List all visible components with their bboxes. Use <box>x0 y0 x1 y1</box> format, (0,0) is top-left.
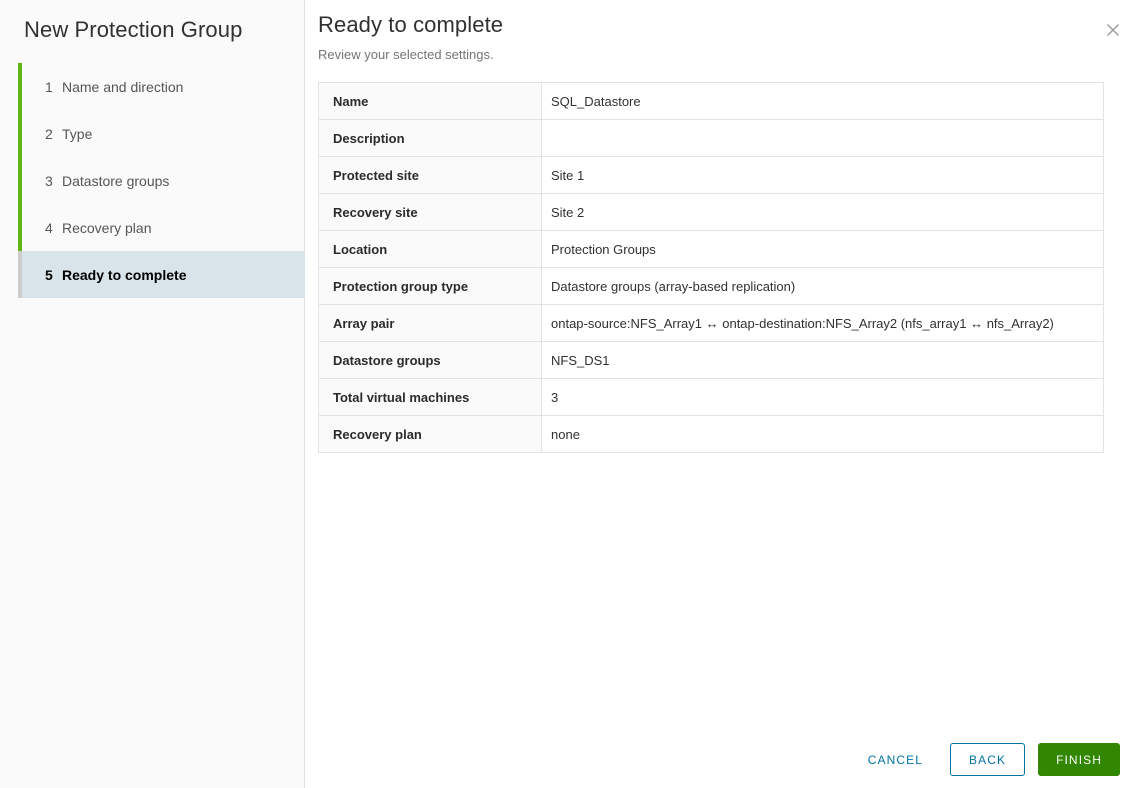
wizard-title: New Protection Group <box>24 17 243 42</box>
step-progress-track <box>18 157 22 204</box>
row-label: Recovery plan <box>318 415 542 453</box>
row-label: Array pair <box>318 304 542 342</box>
row-value: Site 1 <box>541 156 1104 194</box>
row-label: Recovery site <box>318 193 542 231</box>
sidebar-step-recovery-plan[interactable]: 4 Recovery plan <box>18 204 304 251</box>
row-label: Protection group type <box>318 267 542 305</box>
finish-button[interactable]: Finish <box>1038 743 1120 776</box>
row-label: Total virtual machines <box>318 378 542 416</box>
step-label: Type <box>62 125 93 142</box>
table-row: Recovery plan none <box>318 415 1104 453</box>
step-label: Datastore groups <box>62 172 170 189</box>
row-value: 3 <box>541 378 1104 416</box>
table-row: Protection group type Datastore groups (… <box>318 267 1104 305</box>
step-number: 1 <box>45 78 53 95</box>
step-label: Name and direction <box>62 78 184 95</box>
table-row: Location Protection Groups <box>318 230 1104 268</box>
sidebar-step-name-and-direction[interactable]: 1 Name and direction <box>18 63 304 110</box>
table-row: Description <box>318 119 1104 157</box>
row-value: SQL_Datastore <box>541 82 1104 120</box>
step-number: 3 <box>45 172 53 189</box>
summary-table: Name SQL_Datastore Description Protected… <box>318 82 1104 453</box>
row-value: Datastore groups (array-based replicatio… <box>541 267 1104 305</box>
step-number: 2 <box>45 125 53 142</box>
wizard-content: Ready to complete Review your selected s… <box>305 0 1136 788</box>
step-progress-track <box>18 204 22 251</box>
sidebar-step-datastore-groups[interactable]: 3 Datastore groups <box>18 157 304 204</box>
row-value: none <box>541 415 1104 453</box>
cancel-button[interactable]: Cancel <box>855 743 936 776</box>
step-progress-track <box>18 251 22 298</box>
wizard-step-list: 1 Name and direction 2 Type 3 Datastore … <box>0 63 305 298</box>
wizard-footer: Cancel Back Finish <box>855 743 1120 776</box>
table-row: Array pair ontap-source:NFS_Array1 ↔ ont… <box>318 304 1104 342</box>
row-value: Protection Groups <box>541 230 1104 268</box>
row-value: Site 2 <box>541 193 1104 231</box>
back-button[interactable]: Back <box>949 743 1026 776</box>
step-label: Recovery plan <box>62 219 152 236</box>
row-label: Name <box>318 82 542 120</box>
row-label: Location <box>318 230 542 268</box>
sidebar-step-type[interactable]: 2 Type <box>18 110 304 157</box>
page-title: Ready to complete <box>318 12 504 37</box>
step-label: Ready to complete <box>62 266 187 283</box>
table-row: Datastore groups NFS_DS1 <box>318 341 1104 379</box>
close-icon[interactable] <box>1100 17 1126 43</box>
wizard-sidebar: New Protection Group 1 Name and directio… <box>0 0 305 788</box>
table-row: Total virtual machines 3 <box>318 378 1104 416</box>
row-label: Description <box>318 119 542 157</box>
page-subtitle: Review your selected settings. <box>318 47 494 62</box>
step-progress-track <box>18 63 22 110</box>
step-progress-track <box>18 110 22 157</box>
close-icon-glyph <box>1107 24 1119 36</box>
row-value: NFS_DS1 <box>541 341 1104 379</box>
summary-table-wrapper: Name SQL_Datastore Description Protected… <box>305 62 1136 453</box>
table-row: Recovery site Site 2 <box>318 193 1104 231</box>
row-label: Protected site <box>318 156 542 194</box>
wizard-dialog: New Protection Group 1 Name and directio… <box>0 0 1136 788</box>
sidebar-step-ready-to-complete[interactable]: 5 Ready to complete <box>18 251 305 298</box>
step-number: 5 <box>45 266 53 283</box>
table-row: Name SQL_Datastore <box>318 82 1104 120</box>
row-label: Datastore groups <box>318 341 542 379</box>
row-value <box>541 119 1104 157</box>
step-number: 4 <box>45 219 53 236</box>
table-row: Protected site Site 1 <box>318 156 1104 194</box>
row-value: ontap-source:NFS_Array1 ↔ ontap-destinat… <box>541 304 1104 342</box>
